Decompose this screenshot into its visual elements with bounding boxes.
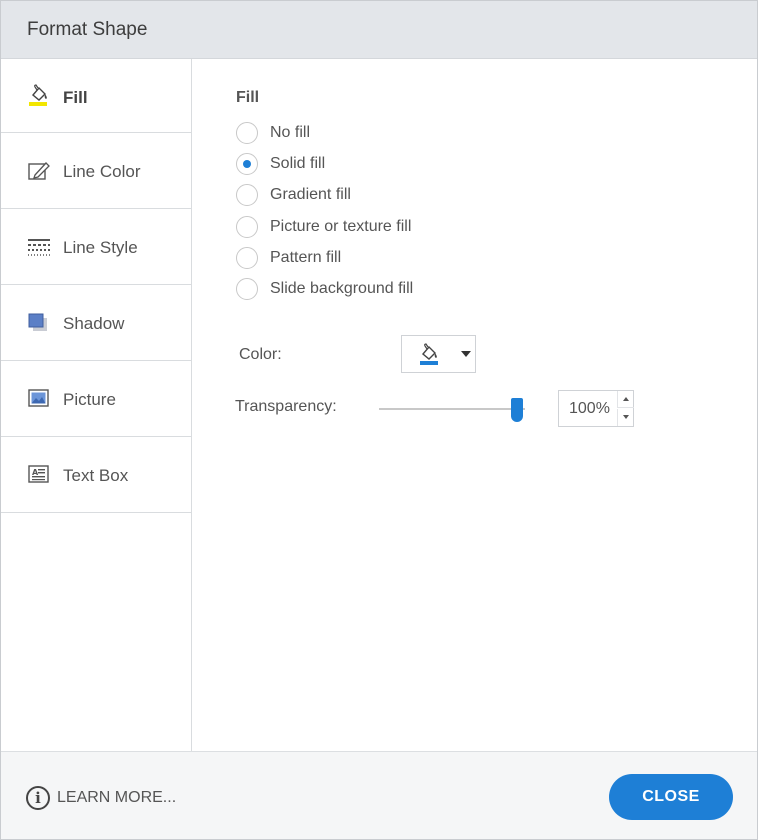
sidebar-item-fill[interactable]: Fill [1,59,191,133]
radio-label: Pattern fill [270,249,342,266]
sidebar-item-label: Shadow [63,314,125,333]
sidebar-item-label: Line Color [63,162,141,181]
format-shape-dialog: Format Shape Fill Line Color Line Style … [0,0,758,840]
radio-label: Gradient fill [270,186,351,203]
fill-panel: Fill No fill Solid fill Gradient fill Pi… [192,59,757,751]
dialog-title: Format Shape [27,19,148,40]
radio-label: Slide background fill [270,280,414,297]
radio-selected-dot [243,160,251,168]
radio-label: Picture or texture fill [270,218,412,235]
chevron-down-icon [461,351,471,357]
dialog-footer: LEARN MORE... CLOSE [1,751,757,839]
learn-more-label: LEARN MORE... [57,789,177,806]
transparency-label: Transparency: [235,398,337,415]
paint-bucket-icon [417,343,441,367]
title-bar: Format Shape [1,1,757,59]
info-icon [26,786,50,810]
pencil-square-icon [27,160,51,182]
radio-button[interactable] [236,278,258,300]
sidebar: Fill Line Color Line Style Shadow Pictur… [1,59,192,751]
radio-label: No fill [270,124,311,141]
sidebar-item-line-style[interactable]: Line Style [1,209,191,285]
transparency-value[interactable]: 100% [569,400,610,418]
transparency-slider[interactable] [379,396,525,424]
slider-thumb[interactable] [511,398,523,422]
slider-track [379,408,525,410]
sidebar-item-shadow[interactable]: Shadow [1,285,191,361]
color-label: Color: [239,346,282,363]
sidebar-item-label: Fill [63,88,88,107]
spin-down-arrow-icon[interactable] [617,409,634,426]
color-picker-button[interactable] [401,335,476,373]
transparency-spinbox[interactable]: 100% [558,390,634,427]
sidebar-item-label: Picture [63,390,116,409]
shadow-square-icon [27,311,51,333]
radio-button[interactable] [236,122,258,144]
radio-button[interactable] [236,153,258,175]
svg-text:A: A [32,468,39,477]
sidebar-item-text-box[interactable]: A Text Box [1,437,191,513]
radio-button[interactable] [236,216,258,238]
picture-icon [27,388,51,410]
sidebar-item-picture[interactable]: Picture [1,361,191,437]
radio-button[interactable] [236,184,258,206]
sidebar-item-label: Line Style [63,238,138,257]
close-button[interactable]: CLOSE [609,774,733,820]
section-title: Fill [236,89,260,106]
text-box-icon: A [27,464,51,486]
sidebar-item-line-color[interactable]: Line Color [1,133,191,209]
paint-bucket-icon [27,83,51,106]
spin-up-arrow-icon[interactable] [617,391,634,408]
sidebar-item-label: Text Box [63,466,129,485]
line-style-icon [27,237,51,259]
radio-button[interactable] [236,247,258,269]
radio-label: Solid fill [270,155,326,172]
